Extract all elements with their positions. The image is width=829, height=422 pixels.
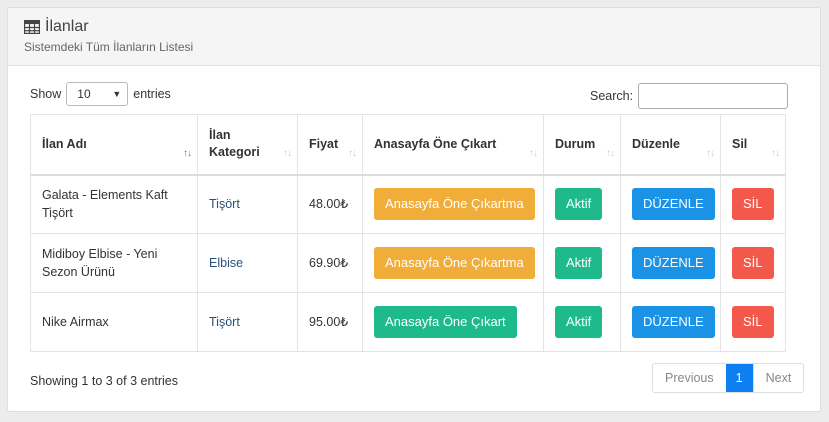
table-cell: Midiboy Elbise - Yeni Sezon Ürünü	[30, 233, 198, 293]
page-title: İlanlar	[45, 18, 89, 35]
page-size-control: Show 10 ▼ entries	[30, 82, 171, 106]
next-page-button[interactable]: Next	[752, 364, 804, 392]
search-control: Search:	[590, 83, 789, 109]
table-cell: Galata - Elements Kaft Tişört	[30, 174, 198, 234]
status-button[interactable]: Aktif	[555, 306, 603, 338]
column-header-label: İlan	[209, 128, 231, 143]
column-header-label: Sil	[732, 136, 748, 151]
table-row: Galata - Elements Kaft Tişört Tişört 48.00…	[30, 174, 786, 234]
table-cell: SİL	[720, 233, 786, 293]
listing-price: 69.90₺	[309, 256, 349, 270]
table-cell: Anasayfa Öne Çıkart	[362, 292, 544, 352]
listing-table: İlan Adı ↑↓ İlan Kategori ↑↓ Fiyat ↑↓ Anasayfa …	[30, 114, 786, 352]
column-header-label: Kategori	[209, 145, 260, 160]
sort-icon[interactable]: ↑↓	[606, 145, 615, 162]
table-cell: Anasayfa Öne Çıkartma	[362, 233, 544, 293]
delete-button[interactable]: SİL	[732, 188, 774, 221]
column-header-label: Durum	[555, 136, 596, 151]
sort-icon[interactable]: ↑↓	[771, 145, 780, 162]
sort-icon[interactable]: ↑↓	[183, 145, 192, 162]
listing-price: 95.00₺	[309, 315, 349, 329]
sort-icon[interactable]: ↑↓	[706, 145, 715, 162]
column-header-label: İlan Adı	[42, 136, 87, 151]
sort-icon[interactable]: ↑↓	[348, 145, 357, 162]
status-button[interactable]: Aktif	[555, 188, 603, 221]
delete-button[interactable]: SİL	[732, 247, 774, 279]
column-header-category[interactable]: İlan Kategori ↑↓	[197, 114, 298, 176]
status-button[interactable]: Aktif	[555, 247, 603, 279]
page-button-1[interactable]: 1	[725, 364, 753, 392]
column-header-label: Fiyat	[309, 136, 339, 151]
pagination: Previous 1 Next	[652, 363, 805, 393]
listing-name: Galata - Elements Kaft Tişört	[42, 188, 168, 221]
column-header-label: Düzenle	[632, 136, 680, 151]
listing-panel: İlanlar Sistemdeki Tüm İlanların Listesi…	[7, 7, 821, 412]
table-row: Midiboy Elbise - Yeni Sezon Ürünü Elbise 6…	[30, 233, 786, 293]
column-header-status[interactable]: Durum ↑↓	[543, 114, 621, 176]
edit-button[interactable]: DÜZENLE	[632, 247, 715, 279]
table-cell: DÜZENLE	[620, 292, 721, 352]
page-size-value: 10	[77, 87, 91, 101]
listing-price: 48.00₺	[309, 197, 349, 212]
table-cell: Anasayfa Öne Çıkartma	[362, 174, 544, 234]
column-header-label: Anasayfa Öne Çıkart	[374, 136, 497, 151]
listing-name: Nike Airmax	[42, 315, 109, 329]
edit-button[interactable]: DÜZENLE	[632, 306, 715, 338]
feature-button[interactable]: Anasayfa Öne Çıkart	[374, 306, 517, 338]
table-cell: 48.00₺	[297, 174, 363, 234]
column-header-delete[interactable]: Sil ↑↓	[720, 114, 786, 176]
table-info: Showing 1 to 3 of 3 entries	[30, 374, 179, 388]
table-cell: 95.00₺	[297, 292, 363, 352]
table-cell: SİL	[720, 292, 786, 352]
table-icon	[24, 20, 40, 34]
feature-button[interactable]: Anasayfa Öne Çıkartma	[374, 247, 535, 279]
column-header-feature[interactable]: Anasayfa Öne Çıkart ↑↓	[362, 114, 544, 176]
sort-icon[interactable]: ↑↓	[529, 145, 538, 162]
table-row: Nike Airmax Tişört 95.00₺ Anasayfa Öne Çıka…	[30, 292, 786, 352]
table-cell: Tişört	[197, 292, 298, 352]
table-body: Galata - Elements Kaft Tişört Tişört 48.00…	[30, 174, 786, 352]
column-header-edit[interactable]: Düzenle ↑↓	[620, 114, 721, 176]
panel-header: İlanlar Sistemdeki Tüm İlanların Listesi	[8, 8, 820, 66]
search-label: Search:	[590, 89, 634, 103]
delete-button[interactable]: SİL	[732, 306, 774, 338]
previous-page-button[interactable]: Previous	[653, 364, 726, 392]
table-header-row: İlan Adı ↑↓ İlan Kategori ↑↓ Fiyat ↑↓ Anasayfa …	[30, 114, 786, 176]
category-link[interactable]: Elbise	[209, 256, 243, 270]
feature-button[interactable]: Anasayfa Öne Çıkartma	[374, 188, 535, 221]
table-cell: Tişört	[197, 174, 298, 234]
table-cell: Elbise	[197, 233, 298, 293]
page-subtitle: Sistemdeki Tüm İlanların Listesi	[24, 40, 194, 54]
caret-down-icon: ▼	[112, 89, 122, 99]
table-cell: Aktif	[543, 292, 621, 352]
column-header-name[interactable]: İlan Adı ↑↓	[30, 114, 198, 176]
listing-name: Midiboy Elbise - Yeni Sezon Ürünü	[42, 247, 158, 279]
category-link[interactable]: Tişört	[209, 315, 240, 329]
table-cell: SİL	[720, 174, 786, 234]
table-cell: DÜZENLE	[620, 233, 721, 293]
table-cell: 69.90₺	[297, 233, 363, 293]
entries-label: entries	[133, 87, 171, 101]
sort-icon[interactable]: ↑↓	[283, 145, 292, 162]
table-cell: Aktif	[543, 174, 621, 234]
show-label: Show	[30, 87, 62, 101]
table-cell: Nike Airmax	[30, 292, 198, 352]
table-cell: DÜZENLE	[620, 174, 721, 234]
category-link[interactable]: Tişört	[209, 197, 240, 211]
title-row: İlanlar	[24, 18, 89, 36]
search-input[interactable]	[638, 83, 789, 109]
table-cell: Aktif	[543, 233, 621, 293]
page-size-select[interactable]: 10 ▼	[66, 82, 129, 106]
edit-button[interactable]: DÜZENLE	[632, 188, 715, 221]
column-header-price[interactable]: Fiyat ↑↓	[297, 114, 363, 176]
